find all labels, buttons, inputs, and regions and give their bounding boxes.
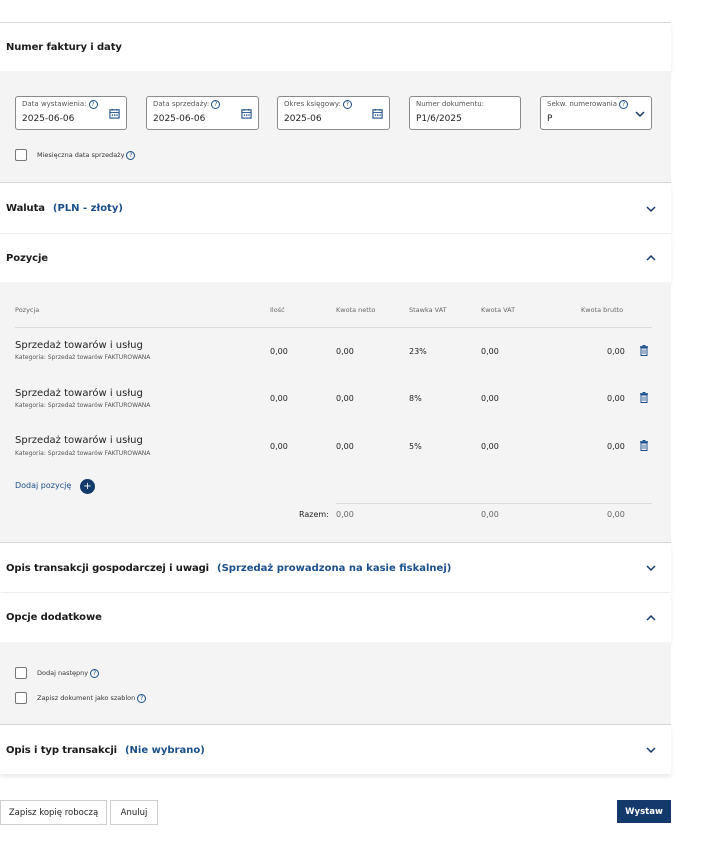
total-vat: 0,00 — [481, 510, 499, 519]
calendar-icon[interactable] — [241, 108, 252, 119]
calendar-icon[interactable] — [109, 108, 120, 119]
numbering-label: Sekw. numerowania — [547, 100, 618, 108]
section-description-value: (Sprzedaż prowadzona na kasie fiskalnej) — [217, 562, 452, 574]
info-icon[interactable]: ? — [126, 151, 136, 160]
row-vat-rate: 5% — [409, 442, 422, 451]
row-net: 0,00 — [336, 394, 354, 403]
cancel-button[interactable]: Anuluj — [110, 800, 158, 825]
info-icon[interactable]: ? — [90, 669, 100, 678]
row-name: Sprzedaż towarów i usług — [15, 435, 143, 446]
section-positions-header[interactable]: Pozycje — [0, 234, 671, 291]
table-header-divider — [15, 327, 652, 328]
section-transaction-header[interactable]: Opis i typ transakcji (Nie wybrano) — [0, 726, 671, 774]
row-category: Kategoria: Sprzedaż towarów FAKTUROWANA — [15, 354, 151, 361]
section-options-header[interactable]: Opcje dodatkowe — [0, 593, 671, 651]
info-icon[interactable]: ? — [211, 100, 221, 109]
row-vat: 0,00 — [481, 394, 499, 403]
monthly-sale-date-checkbox[interactable] — [15, 149, 27, 161]
row-gross: 0,00 — [607, 347, 625, 356]
section-positions-title: Pozycje — [6, 252, 48, 264]
info-icon[interactable]: ? — [342, 100, 352, 109]
row-gross: 0,00 — [607, 442, 625, 451]
issue-date-field[interactable]: Data wystawienia:? 2025-06-06 — [15, 96, 127, 130]
add-position-link[interactable]: Dodaj pozycję — [15, 481, 71, 490]
save-draft-button[interactable]: Zapisz kopię roboczą — [0, 800, 107, 825]
numbering-value: P — [547, 114, 553, 124]
col-header-gross: Kwota brutto — [581, 306, 624, 314]
add-next-checkbox[interactable] — [15, 667, 27, 679]
chevron-up-icon[interactable] — [645, 252, 657, 264]
add-position-icon[interactable]: + — [80, 479, 95, 494]
period-label: Okres księgowy: — [284, 100, 341, 108]
add-next-label: Dodaj następny — [37, 669, 89, 677]
calendar-icon[interactable] — [372, 108, 383, 119]
section-description-title: Opis transakcji gospodarczej i uwagi — [6, 562, 210, 574]
row-qty: 0,00 — [270, 442, 288, 451]
period-field[interactable]: Okres księgowy:? 2025-06 — [277, 96, 390, 130]
info-icon[interactable]: ? — [619, 100, 629, 109]
row-net: 0,00 — [336, 442, 354, 451]
section-currency-header[interactable]: Waluta (PLN - złoty) — [0, 184, 671, 233]
row-vat: 0,00 — [481, 347, 499, 356]
issue-button[interactable]: Wystaw — [617, 800, 671, 823]
trash-icon[interactable] — [639, 392, 649, 403]
section-options-body — [0, 642, 671, 725]
row-category: Kategoria: Sprzedaż towarów FAKTUROWANA — [15, 450, 151, 457]
row-name: Sprzedaż towarów i usług — [15, 388, 143, 399]
section-invoice-title: Numer faktury i daty — [6, 41, 122, 53]
chevron-down-icon[interactable] — [645, 562, 657, 574]
row-name: Sprzedaż towarów i usług — [15, 340, 143, 351]
save-template-checkbox[interactable] — [15, 692, 27, 704]
row-qty: 0,00 — [270, 347, 288, 356]
section-options-title: Opcje dodatkowe — [6, 612, 102, 623]
total-gross: 0,00 — [607, 510, 625, 519]
total-label: Razem: — [299, 510, 329, 519]
row-gross: 0,00 — [607, 394, 625, 403]
chevron-down-icon[interactable] — [645, 203, 657, 215]
col-header-vat-rate: Stawka VAT — [409, 306, 447, 314]
col-header-qty: Ilość — [270, 306, 285, 314]
section-description-header[interactable]: Opis transakcji gospodarczej i uwagi (Sp… — [0, 544, 671, 592]
section-currency-value: (PLN - złoty) — [52, 203, 123, 214]
row-net: 0,00 — [336, 347, 354, 356]
section-currency-title: Waluta — [6, 203, 45, 214]
issue-date-label: Data wystawienia: — [22, 100, 87, 108]
total-divider — [336, 503, 652, 504]
save-template-label: Zapisz dokument jako szablon — [37, 694, 136, 702]
row-vat-rate: 8% — [409, 394, 422, 403]
info-icon[interactable]: ? — [88, 100, 98, 109]
doc-number-field[interactable]: Numer dokumentu: P1/6/2025 — [409, 96, 521, 130]
col-header-position: Pozycja — [15, 306, 40, 314]
period-value: 2025-06 — [284, 114, 322, 124]
trash-icon[interactable] — [639, 345, 649, 356]
col-header-vat: Kwota VAT — [481, 306, 516, 314]
info-icon[interactable]: ? — [137, 694, 147, 703]
monthly-sale-date-label: Miesięczna data sprzedaży — [37, 151, 125, 159]
sale-date-field[interactable]: Data sprzedaży:? 2025-06-06 — [146, 96, 259, 130]
numbering-select[interactable]: Sekw. numerowania? P — [540, 96, 652, 130]
doc-number-label: Numer dokumentu: — [416, 100, 485, 108]
sale-date-label: Data sprzedaży: — [153, 100, 210, 108]
row-category: Kategoria: Sprzedaż towarów FAKTUROWANA — [15, 402, 151, 409]
doc-number-value: P1/6/2025 — [416, 114, 462, 124]
row-vat-rate: 23% — [409, 347, 427, 356]
sale-date-value: 2025-06-06 — [153, 114, 206, 124]
chevron-up-icon[interactable] — [645, 612, 657, 624]
section-invoice-header[interactable]: Numer faktury i daty — [0, 23, 671, 80]
trash-icon[interactable] — [639, 440, 649, 451]
issue-date-value: 2025-06-06 — [22, 114, 75, 124]
section-transaction-title: Opis i typ transakcji — [6, 744, 117, 756]
chevron-down-icon — [635, 111, 645, 118]
col-header-net: Kwota netto — [336, 306, 376, 314]
chevron-down-icon[interactable] — [645, 744, 657, 756]
row-qty: 0,00 — [270, 394, 288, 403]
row-vat: 0,00 — [481, 442, 499, 451]
section-transaction-value: (Nie wybrano) — [124, 744, 205, 756]
total-net: 0,00 — [336, 510, 354, 519]
